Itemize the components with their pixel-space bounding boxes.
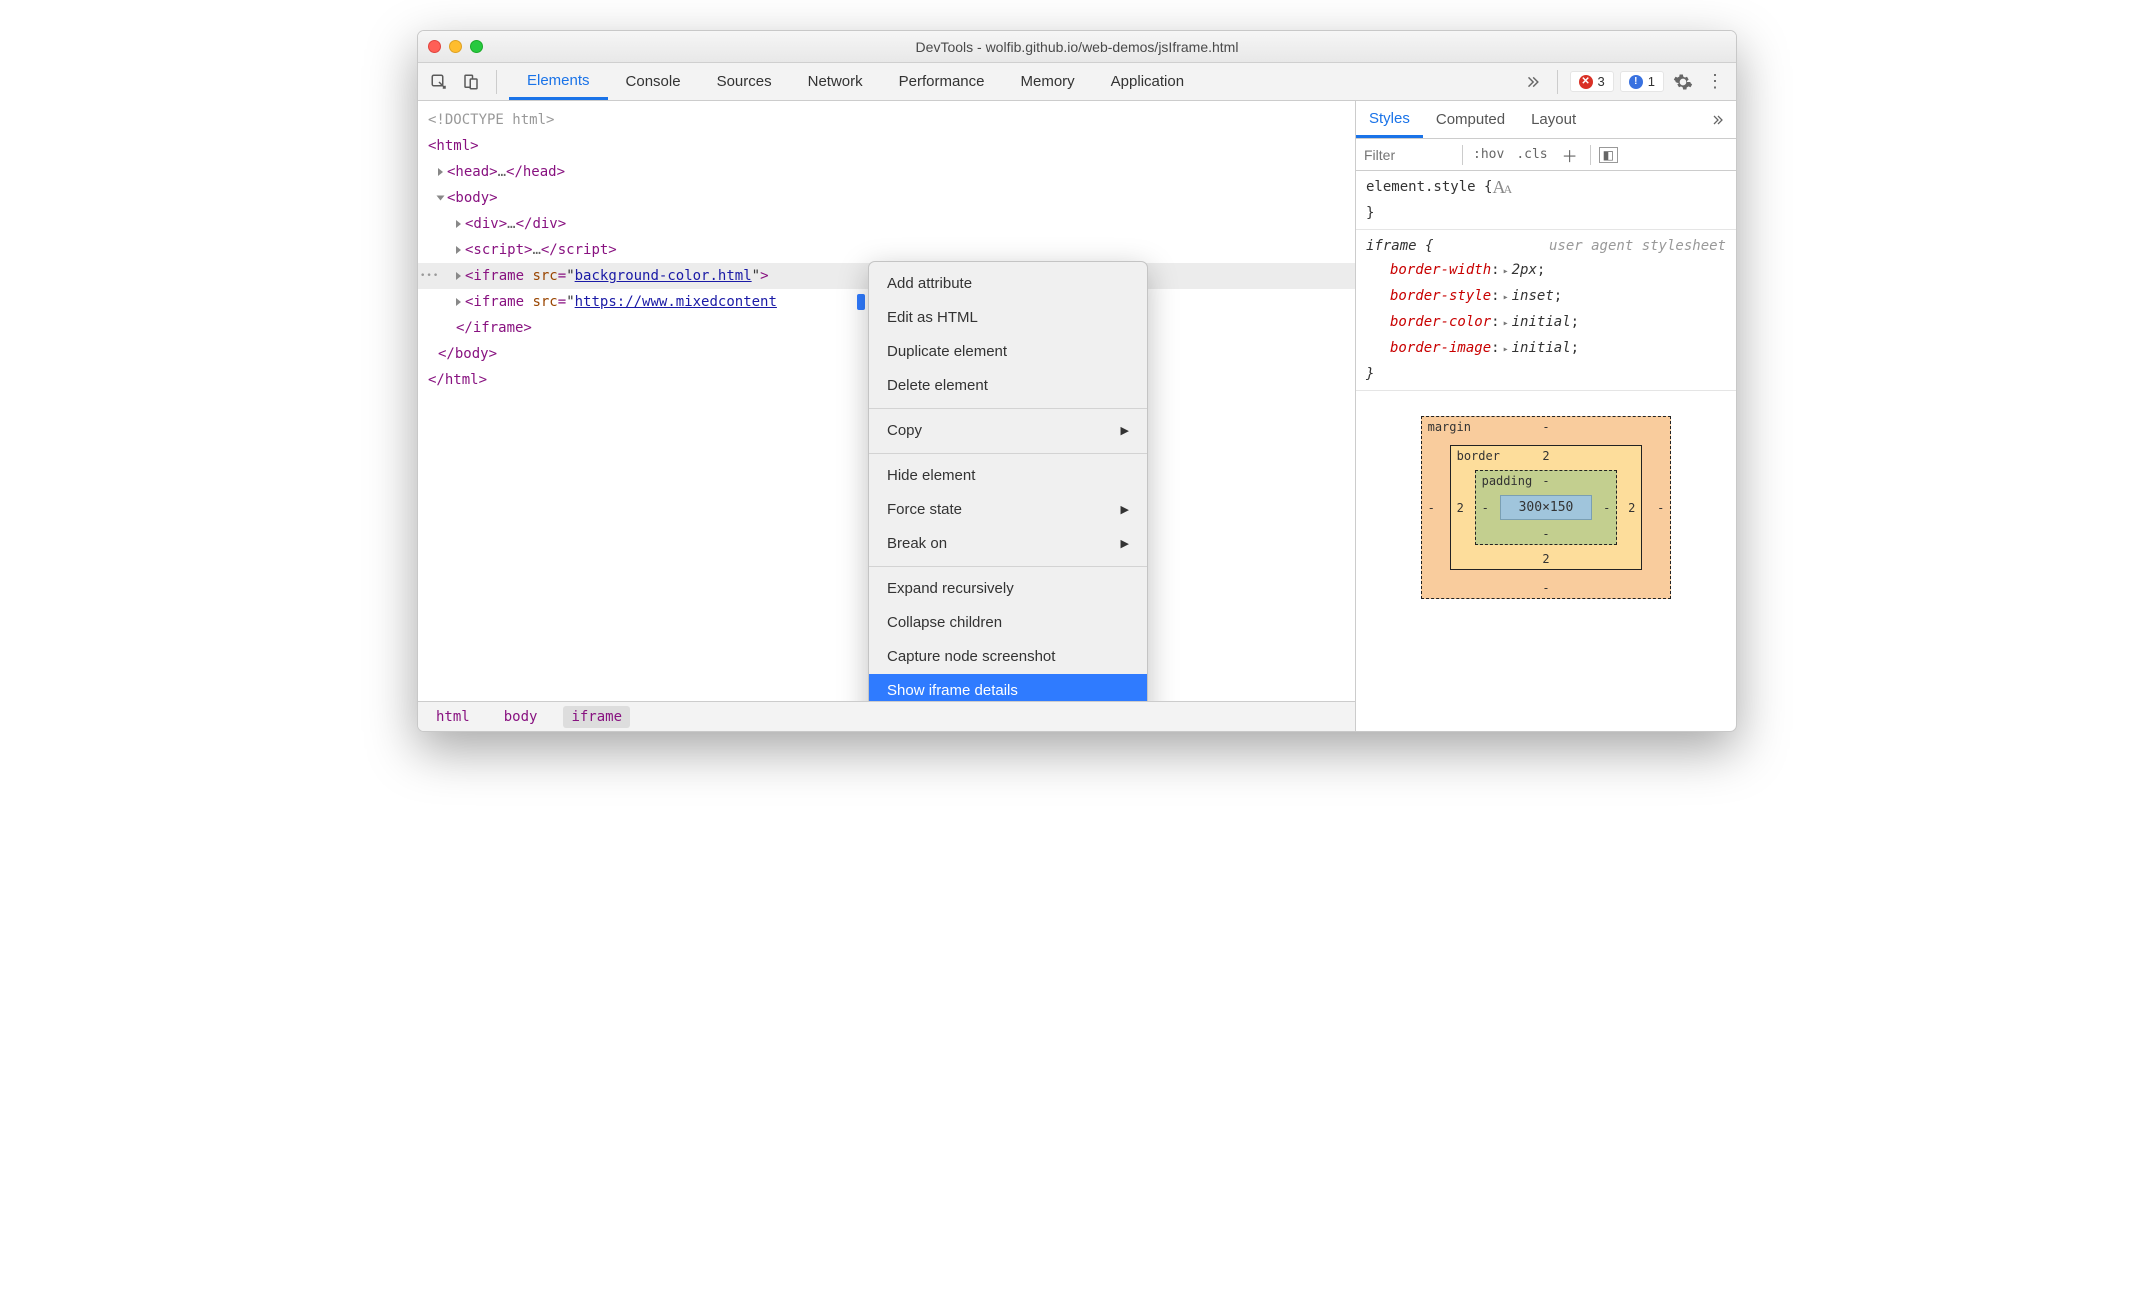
- traffic-lights: [428, 40, 483, 53]
- breadcrumbs[interactable]: html body iframe: [418, 701, 1355, 731]
- styles-tab-layout[interactable]: Layout: [1518, 101, 1589, 138]
- ctx-hide-element[interactable]: Hide element: [869, 459, 1147, 493]
- cls-toggle[interactable]: .cls: [1514, 147, 1549, 162]
- more-style-tabs-icon[interactable]: [1698, 101, 1736, 138]
- element-style-rule: element.style {AA }: [1356, 171, 1736, 230]
- close-window-icon[interactable]: [428, 40, 441, 53]
- panel-tabs: ElementsConsoleSourcesNetworkPerformance…: [509, 63, 1513, 100]
- styles-tab-computed[interactable]: Computed: [1423, 101, 1518, 138]
- styles-tabs: StylesComputedLayout: [1356, 101, 1736, 139]
- kebab-menu-icon[interactable]: ⋮: [1702, 69, 1728, 95]
- errors-count: 3: [1598, 74, 1605, 89]
- tab-console[interactable]: Console: [608, 63, 699, 100]
- main-area: <!DOCTYPE html> <html> <head>…</head> <b…: [418, 101, 1736, 731]
- tab-performance[interactable]: Performance: [881, 63, 1003, 100]
- badge-area: ✕3 !1: [1570, 71, 1664, 92]
- ctx-capture-node-screenshot[interactable]: Capture node screenshot: [869, 640, 1147, 674]
- styles-filter-bar: :hov .cls ＋ ◧: [1356, 139, 1736, 171]
- hov-toggle[interactable]: :hov: [1471, 147, 1506, 162]
- ctx-delete-element[interactable]: Delete element: [869, 369, 1147, 403]
- ctx-copy[interactable]: Copy▶: [869, 414, 1147, 448]
- inspect-icon[interactable]: [426, 69, 452, 95]
- new-rule-icon[interactable]: ＋: [1558, 143, 1582, 167]
- context-menu: Add attributeEdit as HTMLDuplicate eleme…: [868, 261, 1148, 701]
- ctx-add-attribute[interactable]: Add attribute: [869, 267, 1147, 301]
- ctx-duplicate-element[interactable]: Duplicate element: [869, 335, 1147, 369]
- elements-panel: <!DOCTYPE html> <html> <head>…</head> <b…: [418, 101, 1356, 731]
- css-rules[interactable]: element.style {AA } iframe {user agent s…: [1356, 171, 1736, 391]
- tab-memory[interactable]: Memory: [1003, 63, 1093, 100]
- tab-application[interactable]: Application: [1093, 63, 1202, 100]
- issues-count: 1: [1648, 74, 1655, 89]
- tab-elements[interactable]: Elements: [509, 63, 608, 100]
- ctx-collapse-children[interactable]: Collapse children: [869, 606, 1147, 640]
- minimize-window-icon[interactable]: [449, 40, 462, 53]
- issues-badge[interactable]: !1: [1620, 71, 1664, 92]
- titlebar: DevTools - wolfib.github.io/web-demos/js…: [418, 31, 1736, 63]
- device-toggle-icon[interactable]: [458, 69, 484, 95]
- zoom-window-icon[interactable]: [470, 40, 483, 53]
- toolbar: ElementsConsoleSourcesNetworkPerformance…: [418, 63, 1736, 101]
- window-title: DevTools - wolfib.github.io/web-demos/js…: [418, 39, 1736, 55]
- ctx-show-iframe-details[interactable]: Show iframe details: [869, 674, 1147, 701]
- ctx-expand-recursively[interactable]: Expand recursively: [869, 572, 1147, 606]
- dom-tree[interactable]: <!DOCTYPE html> <html> <head>…</head> <b…: [418, 101, 1355, 701]
- ctx-force-state[interactable]: Force state▶: [869, 493, 1147, 527]
- styles-filter-input[interactable]: [1364, 147, 1454, 163]
- iframe-rule: iframe {user agent stylesheet border-wid…: [1356, 230, 1736, 391]
- more-tabs-icon[interactable]: [1519, 69, 1545, 95]
- gear-icon[interactable]: [1670, 69, 1696, 95]
- font-size-icon[interactable]: AA: [1492, 177, 1510, 197]
- box-model-content: 300×150: [1500, 495, 1593, 520]
- box-model[interactable]: margin - - - - border 2 2 2 2 padding -: [1356, 391, 1736, 624]
- ctx-edit-as-html[interactable]: Edit as HTML: [869, 301, 1147, 335]
- tab-network[interactable]: Network: [790, 63, 881, 100]
- devtools-window: DevTools - wolfib.github.io/web-demos/js…: [417, 30, 1737, 732]
- styles-tab-styles[interactable]: Styles: [1356, 101, 1423, 138]
- errors-badge[interactable]: ✕3: [1570, 71, 1614, 92]
- styles-panel: StylesComputedLayout :hov .cls ＋ ◧ eleme…: [1356, 101, 1736, 731]
- panel-modes-icon[interactable]: ◧: [1599, 147, 1618, 163]
- ctx-break-on[interactable]: Break on▶: [869, 527, 1147, 561]
- breadcrumb-body[interactable]: body: [496, 706, 546, 728]
- breadcrumb-iframe[interactable]: iframe: [563, 706, 630, 728]
- breadcrumb-html[interactable]: html: [428, 706, 478, 728]
- tab-sources[interactable]: Sources: [699, 63, 790, 100]
